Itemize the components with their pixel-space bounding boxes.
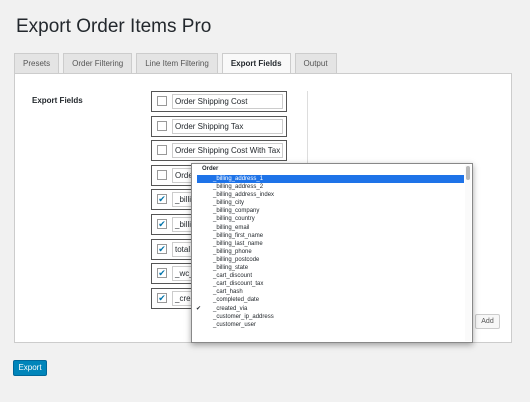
tab-presets[interactable]: Presets (14, 53, 60, 73)
dropdown-group-label: Order (202, 166, 219, 172)
export-button[interactable]: Export (13, 360, 47, 376)
dropdown-option[interactable]: _billing_city (192, 199, 464, 207)
dropdown-option[interactable]: _cart_discount_tax (192, 280, 464, 288)
field-checkbox[interactable]: ✔ (157, 292, 167, 303)
field-name-input[interactable]: Order Shipping Tax (172, 118, 283, 134)
dropdown-scrollbar[interactable] (465, 165, 471, 341)
dropdown-option[interactable]: _customer_user (192, 321, 464, 329)
dropdown-option-label: _billing_postcode (213, 256, 260, 263)
dropdown-option[interactable]: ✔ _created_via (192, 305, 464, 313)
dropdown-option-label: _customer_ip_address (213, 313, 274, 320)
page-title: Export Order Items Pro (16, 16, 212, 37)
field-checkbox[interactable] (157, 96, 167, 106)
export-fields-label: Export Fields (32, 96, 83, 105)
dropdown-option-label: _billing_phone (213, 248, 252, 255)
dropdown-option[interactable]: _billing_company (192, 207, 464, 215)
dropdown-option-label: _completed_date (213, 297, 260, 304)
dropdown-option[interactable]: _billing_address_2 (192, 183, 464, 191)
dropdown-option-label: _billing_address_2 (213, 184, 264, 191)
dropdown-option-label: _billing_state (213, 265, 249, 272)
dropdown-option-label: _billing_last_name (213, 240, 263, 247)
dropdown-option-label: _billing_email (213, 224, 250, 231)
checkmark-icon: ✔ (196, 305, 202, 312)
dropdown-option-label: _created_via (213, 305, 248, 312)
dropdown-option-label: _billing_first_name (213, 232, 264, 239)
dropdown-options: _billing_address_1 _billing_address_2 _bil… (192, 175, 464, 329)
field-name-input[interactable]: Order Shipping Cost (172, 94, 283, 109)
field-checkbox[interactable] (157, 145, 167, 156)
tab-line-item-filtering[interactable]: Line Item Filtering (136, 53, 218, 73)
dropdown-option-label: _cart_hash (213, 289, 243, 296)
dropdown-option-label: _billing_company (213, 208, 260, 215)
tab-output[interactable]: Output (294, 53, 337, 73)
tab-bar: Presets Order Filtering Line Item Filter… (14, 53, 341, 74)
dropdown-option[interactable]: _billing_address_index (192, 191, 464, 199)
dropdown-option[interactable]: _customer_ip_address (192, 313, 464, 321)
dropdown-option[interactable]: _cart_discount (192, 272, 464, 280)
dropdown-option[interactable]: _billing_postcode (192, 256, 464, 264)
add-button[interactable]: Add (475, 314, 500, 329)
dropdown-option[interactable]: _billing_phone (192, 248, 464, 256)
field-checkbox[interactable] (157, 169, 167, 180)
field-checkbox[interactable]: ✔ (157, 268, 167, 279)
field-name-input[interactable]: Order Shipping Cost With Tax (172, 143, 283, 159)
field-checkbox[interactable]: ✔ (157, 194, 167, 205)
export-field-row[interactable]: Order Shipping Cost With Tax (151, 140, 287, 162)
field-checkbox[interactable]: ✔ (157, 219, 167, 229)
tab-export-fields[interactable]: Export Fields (221, 53, 291, 74)
dropdown-option-label: _cart_discount (213, 273, 253, 280)
dropdown-option[interactable]: _billing_address_1 (197, 175, 464, 184)
dropdown-option-label: _billing_country (213, 216, 255, 223)
tab-order-filtering[interactable]: Order Filtering (63, 53, 133, 73)
dropdown-option[interactable]: _billing_first_name (192, 232, 464, 240)
dropdown-option[interactable]: _billing_state (192, 264, 464, 272)
dropdown-option[interactable]: _billing_email (192, 224, 464, 232)
dropdown-scrollbar-thumb[interactable] (466, 166, 470, 180)
dropdown-option-label: _cart_discount_tax (213, 281, 264, 288)
dropdown-option-label: _billing_address_1 (213, 176, 264, 182)
dropdown-option[interactable]: _completed_date (192, 296, 464, 304)
dropdown-option-label: _billing_address_index (213, 192, 275, 199)
field-checkbox[interactable]: ✔ (157, 243, 167, 254)
dropdown-option-label: _customer_user (213, 321, 257, 328)
export-field-row[interactable]: Order Shipping Cost (151, 91, 287, 112)
dropdown-option[interactable]: _billing_last_name (192, 240, 464, 248)
dropdown-option[interactable]: _billing_country (192, 215, 464, 223)
field-checkbox[interactable] (157, 120, 167, 131)
dropdown-option-label: _billing_city (213, 200, 245, 207)
dropdown-option[interactable]: _cart_hash (192, 288, 464, 296)
export-field-row[interactable]: Order Shipping Tax (151, 115, 287, 137)
field-dropdown[interactable]: Order _billing_address_1 _billing_address… (191, 163, 473, 343)
